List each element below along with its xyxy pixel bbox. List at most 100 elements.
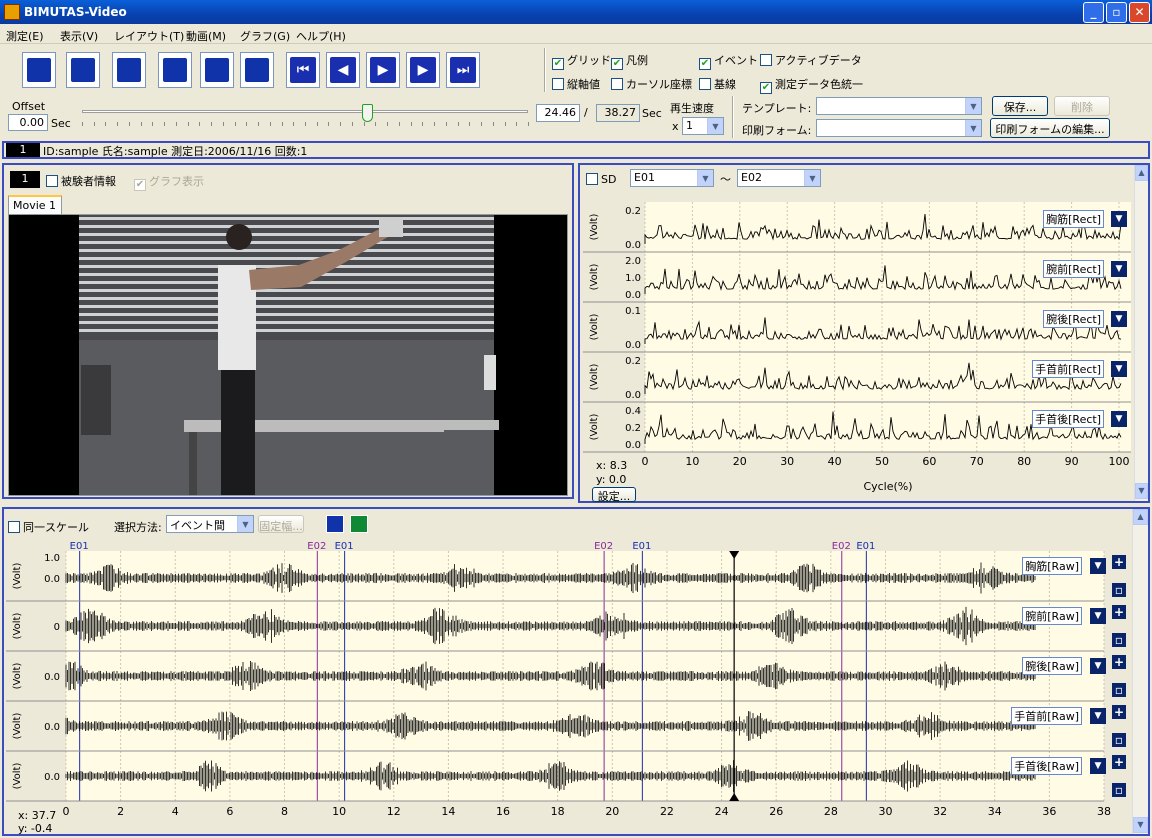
edit-print-form-button[interactable]: 印刷フォームの編集...: [990, 118, 1110, 138]
scroll-up-icon[interactable]: ▲: [1133, 509, 1148, 525]
legend-checkbox[interactable]: ✔ 凡例: [611, 52, 648, 70]
play-icon: ▶: [370, 57, 396, 83]
playback-speed-select[interactable]: 1 ▼: [682, 117, 724, 135]
print-button[interactable]: [112, 52, 146, 88]
menu-help[interactable]: ヘルプ(H): [296, 28, 346, 44]
same-scale-checkbox[interactable]: 同一スケール: [8, 519, 89, 535]
playback-speed-label: 再生速度: [670, 102, 714, 115]
zoom-out-icon[interactable]: ▫: [1112, 733, 1126, 747]
menu-measure[interactable]: 測定(E): [6, 28, 44, 44]
channel-menu-icon[interactable]: ▼: [1111, 411, 1127, 427]
pen-tool-icon: [163, 58, 187, 82]
zoom-out-icon[interactable]: ▫: [1112, 633, 1126, 647]
template-select[interactable]: ▼: [816, 97, 982, 115]
minimize-button[interactable]: _: [1083, 2, 1104, 23]
grid-wand-button[interactable]: [240, 52, 274, 88]
print-form-select[interactable]: ▼: [816, 119, 982, 137]
zoom-out-icon[interactable]: ▫: [1112, 683, 1126, 697]
menu-video[interactable]: 動画(M): [186, 28, 226, 44]
channel-menu-icon[interactable]: ▼: [1090, 558, 1106, 574]
fixed-width-button[interactable]: 固定幅...: [258, 515, 304, 533]
step-back-button[interactable]: ◀: [326, 52, 360, 88]
settings-button[interactable]: 設定...: [592, 487, 636, 503]
close-button[interactable]: ✕: [1129, 2, 1150, 23]
printer-icon: [117, 58, 141, 82]
channel-menu-icon[interactable]: ▼: [1090, 708, 1106, 724]
zoom-in-icon[interactable]: +: [1112, 555, 1126, 569]
sd-checkbox[interactable]: SD: [586, 173, 616, 186]
grid-checkbox[interactable]: ✔ グリッド: [552, 52, 611, 70]
layers-button[interactable]: [200, 52, 234, 88]
event-to-select[interactable]: E02 ▼: [737, 169, 821, 187]
zoom-out-icon[interactable]: ▫: [1112, 583, 1126, 597]
subject-info-checkbox[interactable]: 被験者情報: [46, 173, 116, 189]
delete-button[interactable]: 削除: [1054, 96, 1110, 116]
menu-view[interactable]: 表示(V): [60, 28, 98, 44]
channel-menu-icon[interactable]: ▼: [1111, 261, 1127, 277]
channel-menu-icon[interactable]: ▼: [1111, 211, 1127, 227]
channel-menu-icon[interactable]: ▼: [1090, 608, 1106, 624]
x-tick-label: 14: [441, 805, 455, 818]
raw-chart: 0 2 4 6 8 10 12 14 16 18 20 22 24 26 28 30 32 34 36 38E01 E0…: [6, 541, 1111, 818]
baseline-checkbox[interactable]: 基線: [699, 76, 736, 92]
y-axis-label: (Volt): [12, 613, 23, 640]
tab-movie-1[interactable]: Movie 1: [8, 195, 62, 214]
scroll-down-icon[interactable]: ▼: [1135, 483, 1148, 499]
slider-thumb[interactable]: [361, 104, 373, 122]
offset-input[interactable]: 0.00: [8, 114, 48, 131]
channel-menu-icon[interactable]: ▼: [1111, 311, 1127, 327]
y-tick-label: 0.0: [625, 240, 641, 251]
pen-button[interactable]: [158, 52, 192, 88]
zoom-out-icon[interactable]: ▫: [1112, 783, 1126, 797]
skip-end-button[interactable]: ⏭: [446, 52, 480, 88]
zoom-in-icon[interactable]: +: [1112, 655, 1126, 669]
x-tick-label: 6: [226, 805, 233, 818]
show-graph-checkbox[interactable]: ✔ グラフ表示: [134, 173, 204, 191]
event-select-icon[interactable]: [350, 515, 368, 533]
zoom-in-icon[interactable]: +: [1112, 705, 1126, 719]
upper-scrollbar[interactable]: ▲ ▼: [1134, 165, 1148, 501]
vertical-axis-checkbox[interactable]: 縦軸値: [552, 76, 600, 92]
zoom-in-icon[interactable]: +: [1112, 605, 1126, 619]
time-slider[interactable]: [82, 104, 529, 130]
database-button[interactable]: [22, 52, 56, 88]
x-tick-label: 24: [715, 805, 729, 818]
event-from-select[interactable]: E01 ▼: [630, 169, 714, 187]
event-split-icon[interactable]: [326, 515, 344, 533]
selection-method-select[interactable]: イベント間 ▼: [166, 515, 254, 533]
step-forward-button[interactable]: ▶: [406, 52, 440, 88]
event-label: E01: [335, 541, 354, 552]
channel-menu-icon[interactable]: ▼: [1111, 361, 1127, 377]
upper-cursor-x: x: 8.3: [596, 459, 628, 472]
maximize-button[interactable]: ▫: [1106, 2, 1127, 23]
y-tick-label: 0.0: [44, 672, 60, 683]
unify-color-checkbox[interactable]: ✔ 測定データ色統一: [760, 76, 863, 94]
lower-scrollbar[interactable]: ▲ ▼: [1132, 509, 1148, 834]
current-time-field[interactable]: 24.46: [536, 104, 580, 122]
scroll-up-icon[interactable]: ▲: [1135, 165, 1148, 181]
skip-end-icon: ⏭: [450, 57, 476, 83]
channel-label: 手首前[Raw]: [1011, 707, 1082, 725]
cursor-coords-checkbox[interactable]: カーソル座標: [611, 76, 692, 92]
layers-icon: [205, 58, 229, 82]
y-axis-label: (Volt): [589, 314, 600, 341]
skip-start-button[interactable]: ⏮: [286, 52, 320, 88]
menu-layout[interactable]: レイアウト(T): [114, 28, 184, 44]
channel-menu-icon[interactable]: ▼: [1090, 758, 1106, 774]
menu-graph[interactable]: グラフ(G): [240, 28, 290, 44]
scroll-down-icon[interactable]: ▼: [1133, 817, 1148, 833]
time-slash: /: [584, 106, 588, 119]
x-tick-label: 20: [605, 805, 619, 818]
y-tick-label: 0.0: [625, 290, 641, 301]
x-tick-label: 34: [988, 805, 1002, 818]
open-button[interactable]: [66, 52, 100, 88]
play-button[interactable]: ▶: [366, 52, 400, 88]
x-tick-label: 22: [660, 805, 674, 818]
event-checkbox[interactable]: ✔ イベント: [699, 52, 758, 70]
x-tick-label: 10: [332, 805, 346, 818]
save-button[interactable]: 保存...: [992, 96, 1048, 116]
active-data-checkbox[interactable]: アクティブデータ: [760, 52, 862, 68]
channel-menu-icon[interactable]: ▼: [1090, 658, 1106, 674]
zoom-in-icon[interactable]: +: [1112, 755, 1126, 769]
video-image: [79, 215, 499, 495]
